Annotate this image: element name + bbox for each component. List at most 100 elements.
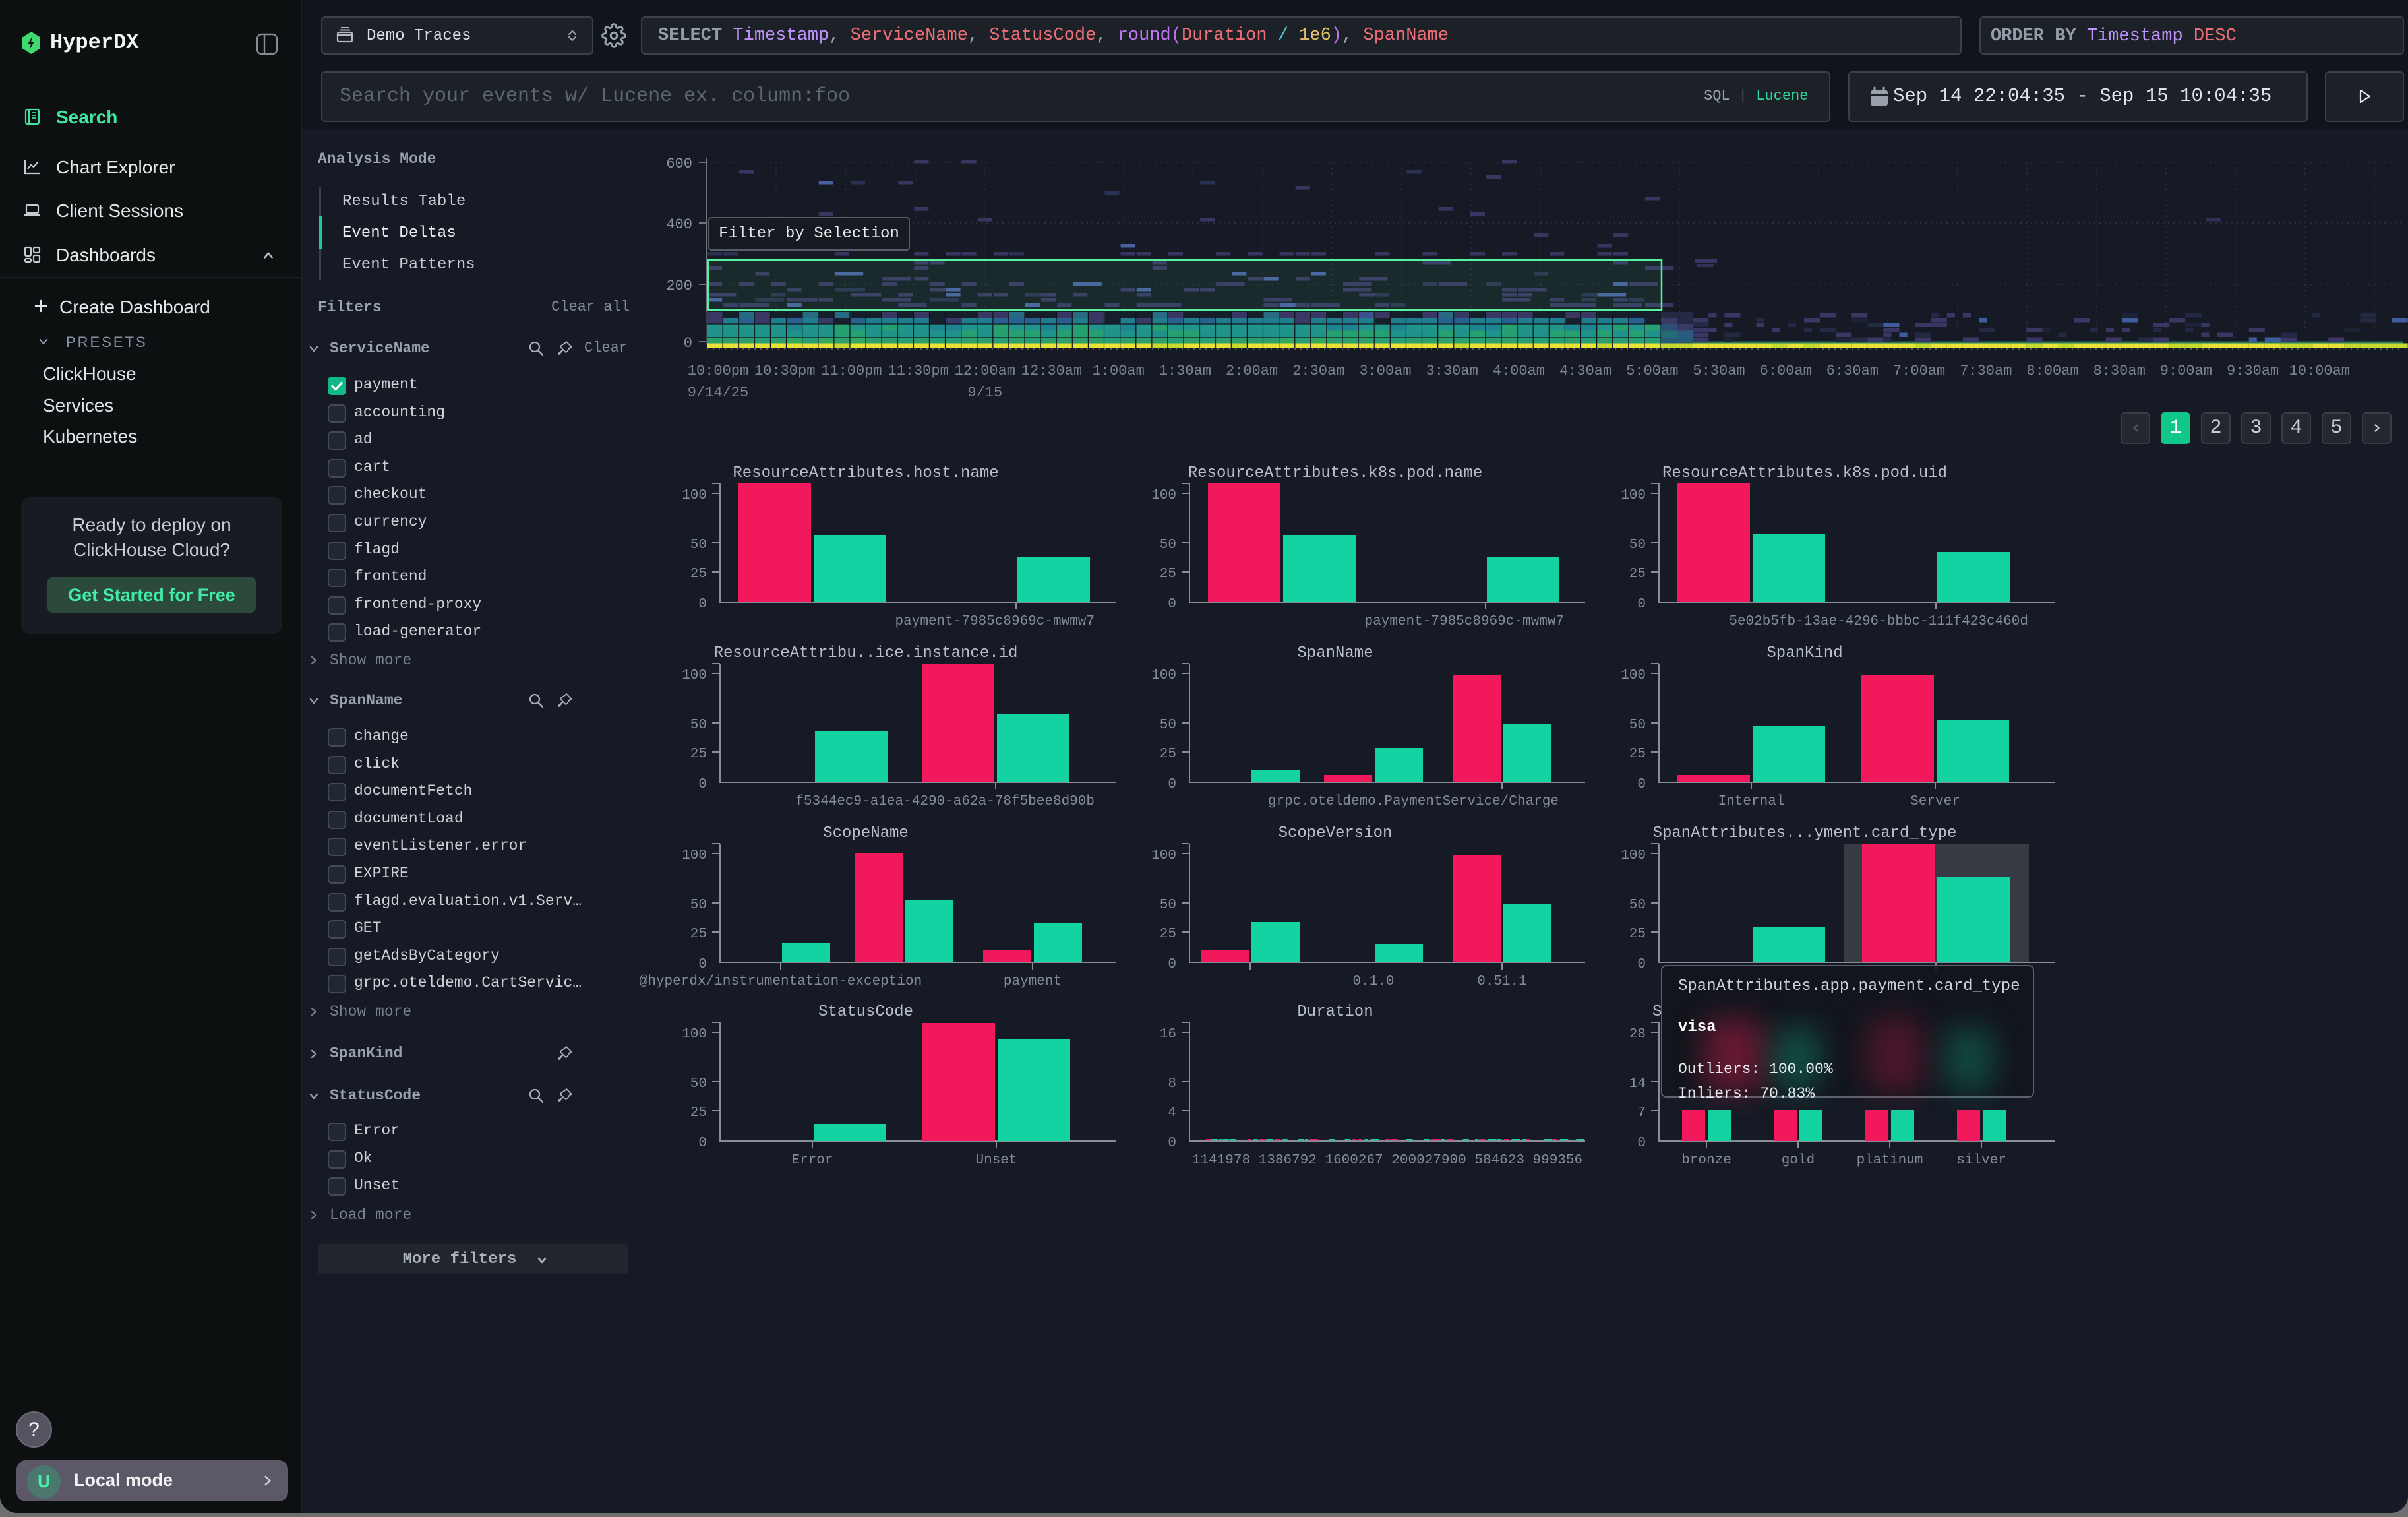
svg-text:0.1.0: 0.1.0	[1352, 974, 1394, 989]
svg-text:5e02b5fb-13ae-4296-bbbc-111f42: 5e02b5fb-13ae-4296-bbbc-111f423c460d	[1729, 614, 2028, 629]
svg-text:8:00am: 8:00am	[2026, 363, 2078, 379]
svg-text:0: 0	[698, 597, 707, 612]
svg-text:25: 25	[1629, 747, 1646, 762]
svg-text:platinum: platinum	[1857, 1153, 1923, 1168]
svg-text:ResourceAttributes.k8s.pod.uid: ResourceAttributes.k8s.pod.uid	[1662, 464, 1947, 482]
svg-text:50: 50	[690, 1076, 707, 1092]
svg-text:0: 0	[1637, 1136, 1646, 1151]
svg-text:0: 0	[684, 335, 692, 352]
svg-text:10:00am: 10:00am	[2289, 363, 2350, 379]
svg-text:25: 25	[1629, 927, 1646, 942]
svg-text:25: 25	[1629, 567, 1646, 582]
svg-text:3:30am: 3:30am	[1426, 363, 1478, 379]
svg-text:payment: payment	[1004, 974, 1062, 989]
svg-text:0: 0	[1168, 1136, 1176, 1151]
svg-text:100: 100	[682, 668, 707, 683]
svg-text:SpanAttributes...yment.card_ty: SpanAttributes...yment.card_type	[1653, 824, 1957, 842]
svg-text:50: 50	[1629, 898, 1646, 913]
svg-text:25: 25	[690, 567, 707, 582]
svg-text:50: 50	[1160, 898, 1176, 913]
svg-text:25: 25	[1160, 567, 1176, 582]
svg-text:7: 7	[1637, 1105, 1646, 1121]
svg-text:0: 0	[1168, 777, 1176, 792]
svg-text:12:30am: 12:30am	[1021, 363, 1082, 379]
svg-text:2:00am: 2:00am	[1226, 363, 1278, 379]
svg-text:50: 50	[1160, 718, 1176, 733]
svg-text:3:00am: 3:00am	[1359, 363, 1411, 379]
svg-text:SpanName: SpanName	[1297, 644, 1373, 662]
svg-text:11:30pm: 11:30pm	[888, 363, 948, 379]
svg-text:11:00pm: 11:00pm	[821, 363, 882, 379]
svg-text:0.51.1: 0.51.1	[1477, 974, 1527, 989]
svg-text:ResourceAttributes.host.name: ResourceAttributes.host.name	[733, 464, 998, 482]
svg-text:payment-7985c8969c-mwmw7: payment-7985c8969c-mwmw7	[1365, 614, 1564, 629]
svg-text:16: 16	[1160, 1027, 1176, 1042]
svg-text:25: 25	[690, 927, 707, 942]
svg-text:10:30pm: 10:30pm	[754, 363, 815, 379]
svg-text:50: 50	[690, 898, 707, 913]
svg-text:SpanKind: SpanKind	[1766, 644, 1842, 662]
svg-text:Internal: Internal	[1718, 794, 1785, 809]
svg-text:Unset: Unset	[975, 1153, 1017, 1168]
svg-text:4:00am: 4:00am	[1493, 363, 1545, 379]
svg-text:4:30am: 4:30am	[1559, 363, 1611, 379]
svg-text:2:30am: 2:30am	[1292, 363, 1344, 379]
svg-text:5:00am: 5:00am	[1626, 363, 1678, 379]
svg-text:Duration: Duration	[1297, 1003, 1373, 1021]
svg-text:200: 200	[666, 278, 692, 294]
svg-text:0: 0	[698, 777, 707, 792]
svg-text:bronze: bronze	[1681, 1153, 1731, 1168]
svg-text:100: 100	[682, 848, 707, 863]
svg-text:100: 100	[682, 1027, 707, 1042]
svg-text:ScopeVersion: ScopeVersion	[1279, 824, 1393, 842]
svg-text:7:30am: 7:30am	[1960, 363, 2012, 379]
svg-text:50: 50	[1160, 538, 1176, 553]
svg-text:payment-7985c8969c-mwmw7: payment-7985c8969c-mwmw7	[895, 614, 1095, 629]
svg-text:14: 14	[1629, 1076, 1646, 1092]
svg-text:0: 0	[1637, 777, 1646, 792]
svg-text:25: 25	[1160, 747, 1176, 762]
svg-text:0: 0	[1637, 957, 1646, 972]
svg-text:1:30am: 1:30am	[1159, 363, 1211, 379]
svg-text:0: 0	[698, 957, 707, 972]
svg-text:100: 100	[1151, 488, 1176, 503]
svg-text:@hyperdx/instrumentation-excep: @hyperdx/instrumentation-exception	[640, 974, 922, 989]
svg-text:9:30am: 9:30am	[2227, 363, 2279, 379]
svg-text:8: 8	[1168, 1076, 1176, 1092]
svg-text:silver: silver	[1956, 1153, 2006, 1168]
svg-text:6:30am: 6:30am	[1826, 363, 1879, 379]
svg-text:0: 0	[1168, 597, 1176, 612]
svg-text:0: 0	[698, 1136, 707, 1151]
svg-text:1141978 1386792 1600267 200027: 1141978 1386792 1600267 200027900 584623…	[1192, 1153, 1582, 1168]
svg-text:50: 50	[690, 538, 707, 553]
svg-text:25: 25	[690, 747, 707, 762]
svg-text:100: 100	[1151, 848, 1176, 863]
svg-text:100: 100	[1621, 668, 1646, 683]
svg-text:6:00am: 6:00am	[1760, 363, 1812, 379]
svg-text:5:30am: 5:30am	[1693, 363, 1745, 379]
svg-text:600: 600	[666, 156, 692, 172]
svg-text:7:00am: 7:00am	[1893, 363, 1945, 379]
svg-text:1:00am: 1:00am	[1093, 363, 1145, 379]
svg-text:ScopeName: ScopeName	[823, 824, 909, 842]
svg-text:50: 50	[1629, 538, 1646, 553]
svg-text:9:00am: 9:00am	[2160, 363, 2212, 379]
svg-text:8:30am: 8:30am	[2093, 363, 2146, 379]
svg-text:grpc.oteldemo.PaymentService/C: grpc.oteldemo.PaymentService/Charge	[1268, 794, 1559, 809]
svg-text:Error: Error	[791, 1153, 833, 1168]
svg-text:25: 25	[690, 1105, 707, 1121]
svg-text:9/15: 9/15	[967, 385, 1002, 401]
svg-text:10:00pm: 10:00pm	[688, 363, 748, 379]
svg-text:100: 100	[1621, 488, 1646, 503]
svg-text:gold: gold	[1782, 1153, 1815, 1168]
svg-text:0: 0	[1168, 957, 1176, 972]
svg-text:ResourceAttributes.k8s.pod.nam: ResourceAttributes.k8s.pod.name	[1188, 464, 1482, 482]
svg-text:50: 50	[690, 718, 707, 733]
svg-text:9/14/25: 9/14/25	[688, 385, 748, 401]
svg-text:f5344ec9-a1ea-4290-a62a-78f5be: f5344ec9-a1ea-4290-a62a-78f5bee8d90b	[795, 794, 1095, 809]
svg-text:28: 28	[1629, 1027, 1646, 1042]
svg-text:100: 100	[682, 488, 707, 503]
svg-text:100: 100	[1151, 668, 1176, 683]
svg-text:4: 4	[1168, 1105, 1176, 1121]
svg-text:Server: Server	[1910, 794, 1960, 809]
